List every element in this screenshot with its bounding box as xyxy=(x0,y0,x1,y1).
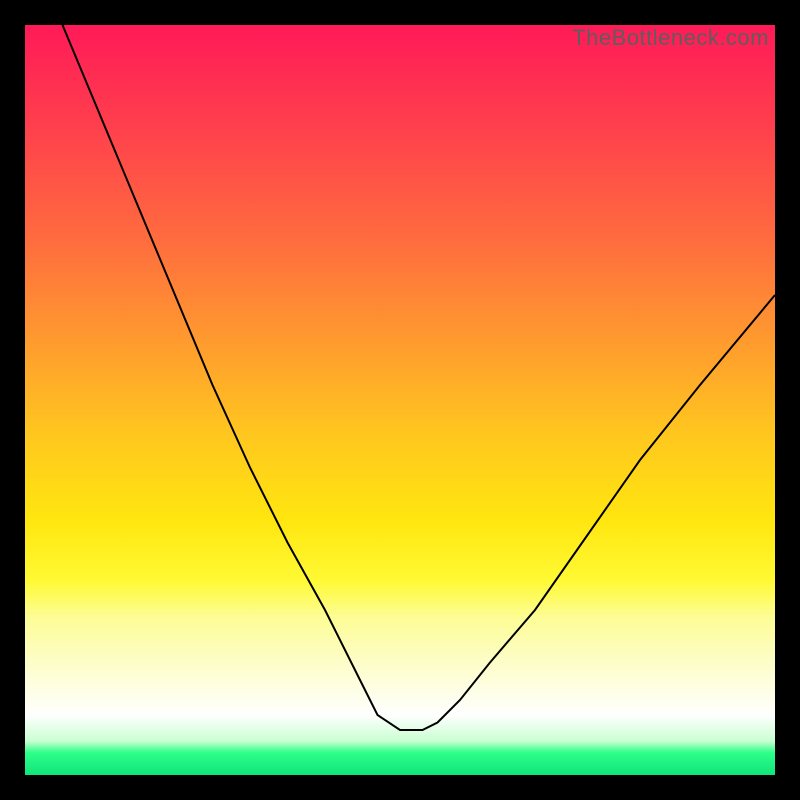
chart-overlay-svg xyxy=(25,25,775,775)
chart-frame: TheBottleneck.com xyxy=(0,0,800,800)
curve-marker xyxy=(361,703,372,712)
curve-marker xyxy=(378,724,391,729)
curve-marker xyxy=(355,690,362,702)
bottleneck-curve xyxy=(63,25,776,730)
chart-plot-area: TheBottleneck.com xyxy=(25,25,775,775)
